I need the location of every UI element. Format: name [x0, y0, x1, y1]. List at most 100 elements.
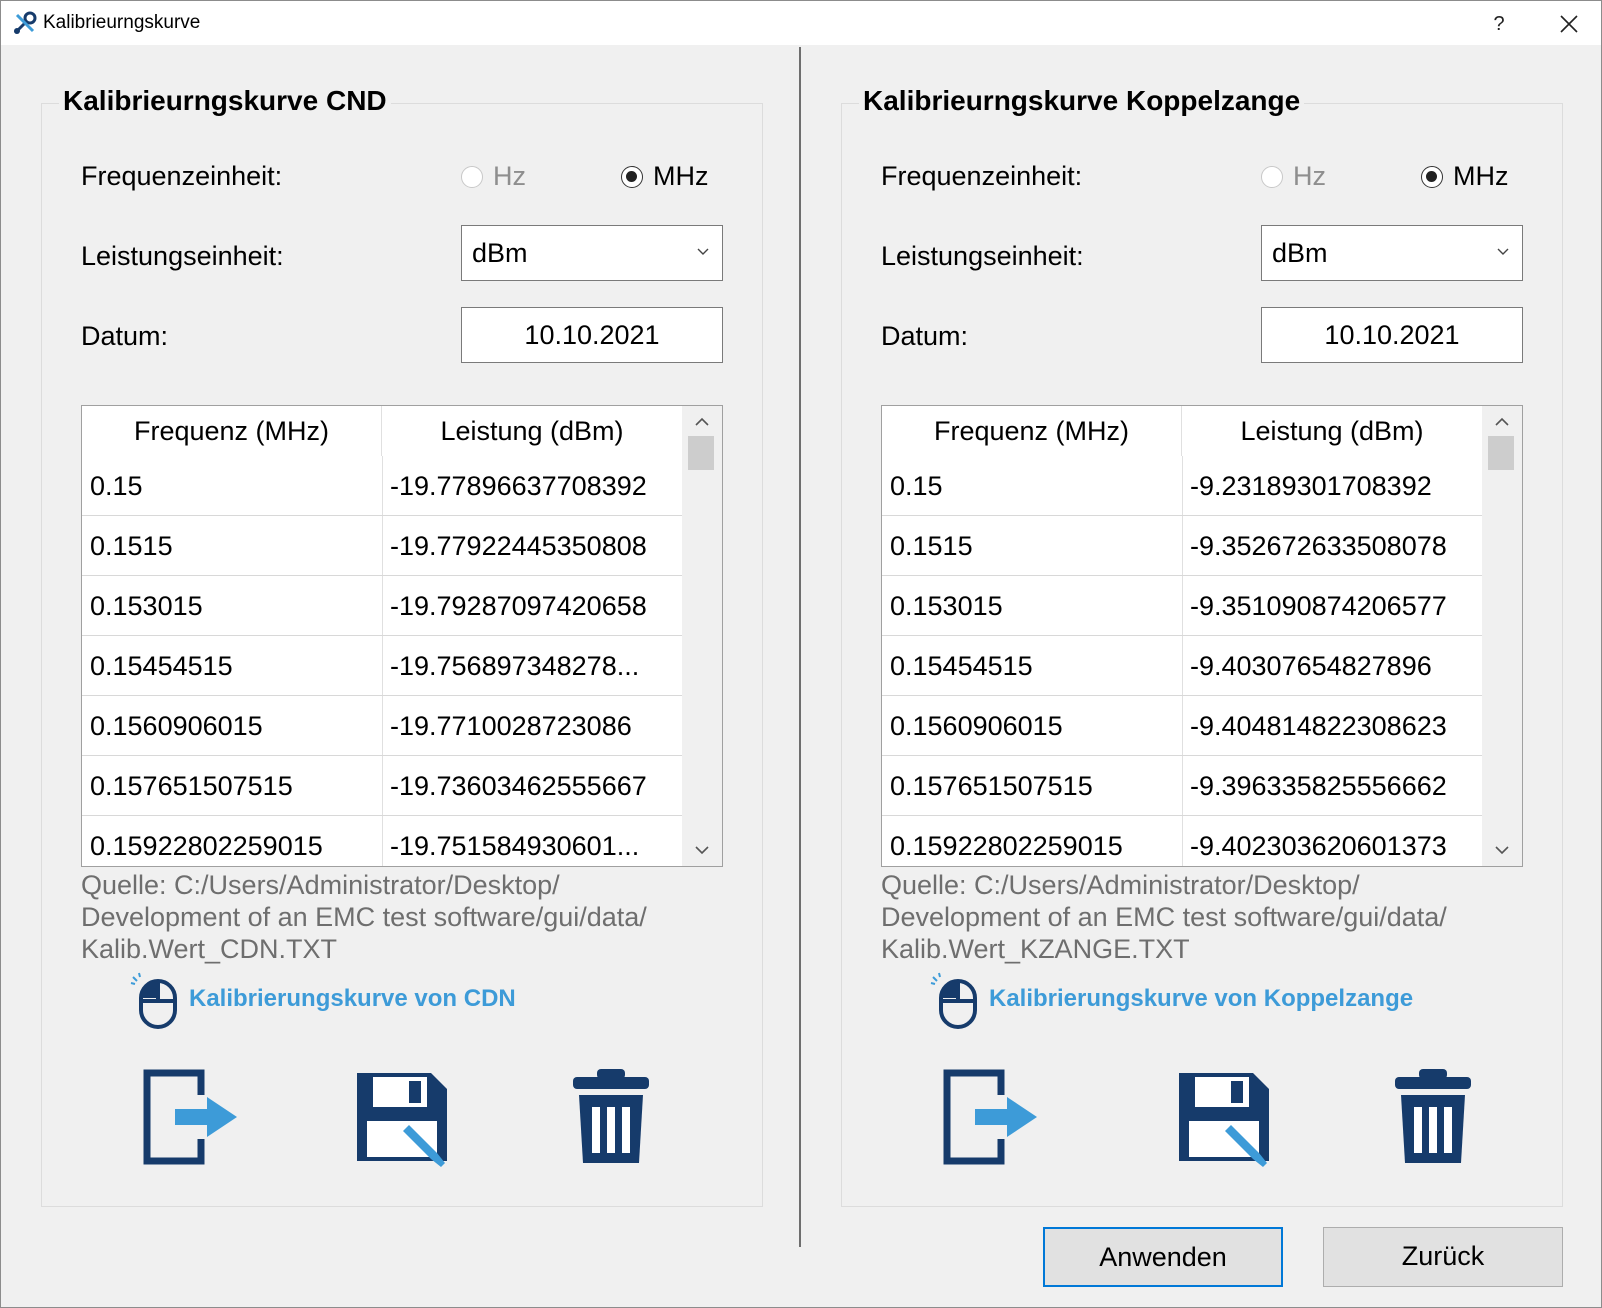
cell-frequency: 0.1515 [890, 531, 973, 561]
cell-frequency: 0.157651507515 [890, 771, 1093, 801]
table-row[interactable]: 0.1515 -19.77922445350808 [82, 516, 682, 576]
source-line: Quelle: C:/Users/Administrator/Desktop/ [881, 870, 1360, 900]
close-icon[interactable] [1549, 9, 1589, 39]
import-icon[interactable] [141, 1067, 241, 1167]
freq-label-cdn: Frequenzeinheit: [81, 161, 283, 191]
radio-hz-label-koppelzange: Hz [1293, 161, 1326, 191]
dialog-window: Kalibrieurngskurve ? Kalibrieurngskurve … [0, 0, 1602, 1308]
cell-frequency: 0.157651507515 [90, 771, 293, 801]
table-row[interactable]: 0.15 -19.77896637708392 [82, 456, 682, 516]
column-header-power[interactable]: Leistung (dBm) [382, 406, 682, 456]
power-unit-select-cdn[interactable]: dBm [461, 225, 723, 281]
save-icon[interactable] [351, 1067, 451, 1167]
group-title-koppelzange: Kalibrieurngskurve Koppelzange [859, 85, 1305, 117]
cell-power: -9.352672633508078 [1190, 531, 1447, 561]
table-row[interactable]: 0.153015 -19.79287097420658 [82, 576, 682, 636]
cell-frequency: 0.15922802259015 [890, 831, 1123, 861]
source-path-cdn: Quelle: C:/Users/Administrator/Desktop/ … [81, 869, 741, 965]
column-header-power[interactable]: Leistung (dBm) [1182, 406, 1482, 456]
mouse-click-icon [930, 972, 977, 1029]
date-field-cdn[interactable]: 10.10.2021 [461, 307, 723, 363]
source-line: Kalib.Wert_CDN.TXT [81, 934, 338, 964]
cell-power: -19.77922445350808 [390, 531, 647, 561]
scroll-up-icon[interactable] [694, 416, 710, 428]
radio-mhz-cdn[interactable] [621, 166, 643, 188]
table-row[interactable]: 0.15 -9.23189301708392 [882, 456, 1482, 516]
source-line: Development of an EMC test software/gui/… [81, 902, 647, 932]
radio-mhz-label-cdn: MHz [653, 161, 709, 191]
source-line: Quelle: C:/Users/Administrator/Desktop/ [81, 870, 560, 900]
radio-mhz-label-koppelzange: MHz [1453, 161, 1509, 191]
table-header: Frequenz (MHz) Leistung (dBm) [82, 406, 682, 456]
chevron-down-icon [1497, 248, 1509, 255]
cell-frequency: 0.15 [90, 471, 143, 501]
vertical-divider [799, 47, 801, 1247]
table-row[interactable]: 0.1560906015 -9.404814822308623 [882, 696, 1482, 756]
calibration-table-cdn[interactable]: Frequenz (MHz) Leistung (dBm) 0.15 -19.7… [81, 405, 723, 867]
cell-frequency: 0.1560906015 [90, 711, 263, 741]
cell-power: -19.79287097420658 [390, 591, 647, 621]
radio-hz-cdn[interactable] [461, 166, 483, 188]
trash-icon[interactable] [561, 1067, 661, 1167]
cell-power: -9.404814822308623 [1190, 711, 1447, 741]
table-row[interactable]: 0.15454515 -9.40307654827896 [882, 636, 1482, 696]
save-icon[interactable] [1173, 1067, 1273, 1167]
cell-frequency: 0.15454515 [890, 651, 1033, 681]
power-unit-value-cdn: dBm [472, 238, 528, 268]
help-button[interactable]: ? [1479, 9, 1519, 39]
scroll-down-icon[interactable] [1494, 844, 1510, 856]
plot-link-text-koppelzange[interactable]: Kalibrierungskurve von Koppelzange [989, 985, 1413, 1013]
table-row[interactable]: 0.15454515 -19.756897348278... [82, 636, 682, 696]
scroll-up-icon[interactable] [1494, 416, 1510, 428]
table-row[interactable]: 0.153015 -9.351090874206577 [882, 576, 1482, 636]
trash-icon[interactable] [1383, 1067, 1483, 1167]
cell-frequency: 0.1560906015 [890, 711, 1063, 741]
scroll-thumb[interactable] [688, 436, 714, 470]
vertical-scrollbar[interactable] [682, 406, 722, 866]
cell-power: -9.402303620601373 [1190, 831, 1447, 861]
table-row[interactable]: 0.15922802259015 -9.402303620601373 [882, 816, 1482, 866]
power-label-cdn: Leistungseinheit: [81, 241, 284, 271]
cell-frequency: 0.15922802259015 [90, 831, 323, 861]
table-row[interactable]: 0.1515 -9.352672633508078 [882, 516, 1482, 576]
mouse-click-icon [130, 972, 177, 1029]
group-title-cdn: Kalibrieurngskurve CND [59, 85, 391, 117]
power-unit-value-koppelzange: dBm [1272, 238, 1328, 268]
radio-mhz-koppelzange[interactable] [1421, 166, 1443, 188]
power-label-koppelzange: Leistungseinheit: [881, 241, 1084, 271]
source-line: Kalib.Wert_KZANGE.TXT [881, 934, 1190, 964]
cell-power: -9.396335825556662 [1190, 771, 1447, 801]
cell-frequency: 0.1515 [90, 531, 173, 561]
table-row[interactable]: 0.1560906015 -19.7710028723086 [82, 696, 682, 756]
date-field-koppelzange[interactable]: 10.10.2021 [1261, 307, 1523, 363]
radio-hz-koppelzange[interactable] [1261, 166, 1283, 188]
scroll-down-icon[interactable] [694, 844, 710, 856]
cell-frequency: 0.15454515 [90, 651, 233, 681]
import-icon[interactable] [941, 1067, 1041, 1167]
table-row[interactable]: 0.157651507515 -9.396335825556662 [882, 756, 1482, 816]
title-bar: Kalibrieurngskurve ? [1, 1, 1601, 45]
tools-icon [13, 11, 37, 35]
cell-power: -19.751584930601... [390, 831, 640, 861]
plot-link-text-cdn[interactable]: Kalibrierungskurve von CDN [189, 985, 516, 1013]
table-row[interactable]: 0.157651507515 -19.73603462555667 [82, 756, 682, 816]
window-title: Kalibrieurngskurve [43, 12, 201, 33]
table-header: Frequenz (MHz) Leistung (dBm) [882, 406, 1482, 456]
vertical-scrollbar[interactable] [1482, 406, 1522, 866]
back-button[interactable]: Zurück [1323, 1227, 1563, 1287]
apply-button[interactable]: Anwenden [1043, 1227, 1283, 1287]
cell-power: -9.40307654827896 [1190, 651, 1432, 681]
column-header-frequency[interactable]: Frequenz (MHz) [882, 406, 1182, 456]
calibration-table-koppelzange[interactable]: Frequenz (MHz) Leistung (dBm) 0.15 -9.23… [881, 405, 1523, 867]
date-label-koppelzange: Datum: [881, 321, 969, 351]
power-unit-select-koppelzange[interactable]: dBm [1261, 225, 1523, 281]
cell-power: -19.77896637708392 [390, 471, 647, 501]
scroll-thumb[interactable] [1488, 436, 1514, 470]
cell-power: -9.351090874206577 [1190, 591, 1447, 621]
radio-hz-label-cdn: Hz [493, 161, 526, 191]
chevron-down-icon [697, 248, 709, 255]
freq-label-koppelzange: Frequenzeinheit: [881, 161, 1083, 191]
cell-power: -19.756897348278... [390, 651, 640, 681]
column-header-frequency[interactable]: Frequenz (MHz) [82, 406, 382, 456]
table-row[interactable]: 0.15922802259015 -19.751584930601... [82, 816, 682, 866]
